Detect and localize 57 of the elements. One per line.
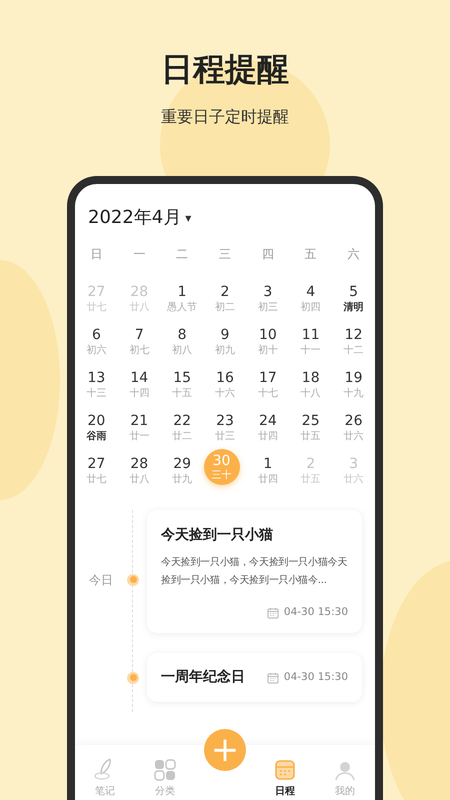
- today-label: 今日: [89, 572, 113, 589]
- calendar-day[interactable]: 15 十五: [160, 363, 204, 406]
- calendar-day[interactable]: 27 廿七: [75, 449, 118, 492]
- weekday-label: 四: [260, 246, 275, 264]
- calendar-day[interactable]: 22 廿二: [160, 406, 204, 450]
- calendar-day[interactable]: 5 清明: [332, 277, 375, 320]
- calendar-day[interactable]: 11 十一: [289, 320, 332, 364]
- calendar-day[interactable]: 6 初六: [75, 320, 118, 364]
- weekday-label: 一: [132, 246, 146, 264]
- page-subtitle: 重要日子定时提醒: [160, 107, 290, 126]
- calendar-icon: [266, 672, 279, 684]
- calendar-day[interactable]: 12 十二: [332, 320, 375, 364]
- calendar-day[interactable]: 25 廿五: [289, 406, 332, 450]
- month-title: 2022年4月: [88, 206, 182, 230]
- calendar-icon: [274, 759, 296, 782]
- event-description: 今天捡到一只小猫，今天捡到一只小猫今天捡到一只小猫，今天捡到一只小猫今...: [161, 556, 348, 588]
- event-card[interactable]: 一周年纪念日 04-30 15:30: [147, 653, 362, 702]
- calendar-day[interactable]: 21 廿一: [118, 406, 161, 450]
- page-headline: 日程提醒: [160, 49, 290, 88]
- timeline-dot: [127, 672, 139, 684]
- event-time: 04-30 15:30: [284, 670, 348, 685]
- calendar-day[interactable]: 10 初十: [246, 320, 290, 364]
- calendar-day[interactable]: 14 十四: [118, 363, 161, 406]
- calendar-day[interactable]: 1 廿四: [246, 449, 290, 492]
- timeline-dot: [127, 574, 139, 586]
- weekday-label: 三: [218, 246, 232, 264]
- nav-tab[interactable]: 日程: [255, 759, 315, 800]
- grid-icon: [154, 759, 176, 782]
- event-time: 04-30 15:30: [284, 605, 348, 620]
- calendar-day[interactable]: 16 十六: [204, 363, 246, 406]
- calendar-day[interactable]: 7 初七: [118, 320, 161, 364]
- weekday-label: 日: [89, 246, 104, 264]
- weekday-label: 二: [175, 246, 190, 264]
- calendar-day[interactable]: 4 初四: [289, 277, 332, 320]
- calendar-day[interactable]: 8 初八: [160, 320, 204, 364]
- calendar-day[interactable]: 20 谷雨: [75, 406, 118, 450]
- calendar-day[interactable]: 29 廿九: [160, 449, 204, 492]
- calendar-day[interactable]: 1 愚人节: [160, 277, 204, 320]
- weekday-label: 六: [346, 246, 361, 264]
- event-card[interactable]: 今天捡到一只小猫 今天捡到一只小猫，今天捡到一只小猫今天捡到一只小猫，今天捡到一只小猫今... 04-30 15:30: [147, 510, 362, 634]
- weekday-label: 五: [304, 246, 318, 264]
- calendar-day[interactable]: 28 廿八: [118, 449, 161, 492]
- calendar-day[interactable]: 18 十八: [289, 363, 332, 406]
- calendar-day[interactable]: 23 廿三: [204, 406, 246, 450]
- calendar-day[interactable]: 26 廿六: [332, 406, 375, 450]
- person-icon: [334, 759, 356, 782]
- calendar-day[interactable]: 9 初九: [204, 320, 246, 364]
- calendar-day[interactable]: 13 十三: [75, 363, 118, 406]
- dropdown-caret[interactable]: ▾: [185, 208, 192, 227]
- event-title: 今天捡到一只小猫: [161, 527, 273, 544]
- calendar-icon: [266, 607, 279, 620]
- event-title: 一周年纪念日: [161, 668, 245, 688]
- calendar-day[interactable]: 24 廿四: [246, 406, 290, 450]
- calendar-day[interactable]: 19 十九: [332, 363, 375, 406]
- calendar-day[interactable]: 17 十七: [246, 363, 290, 406]
- calendar-day[interactable]: 2 初二: [204, 277, 246, 320]
- calendar-day[interactable]: 3 初三: [246, 277, 290, 320]
